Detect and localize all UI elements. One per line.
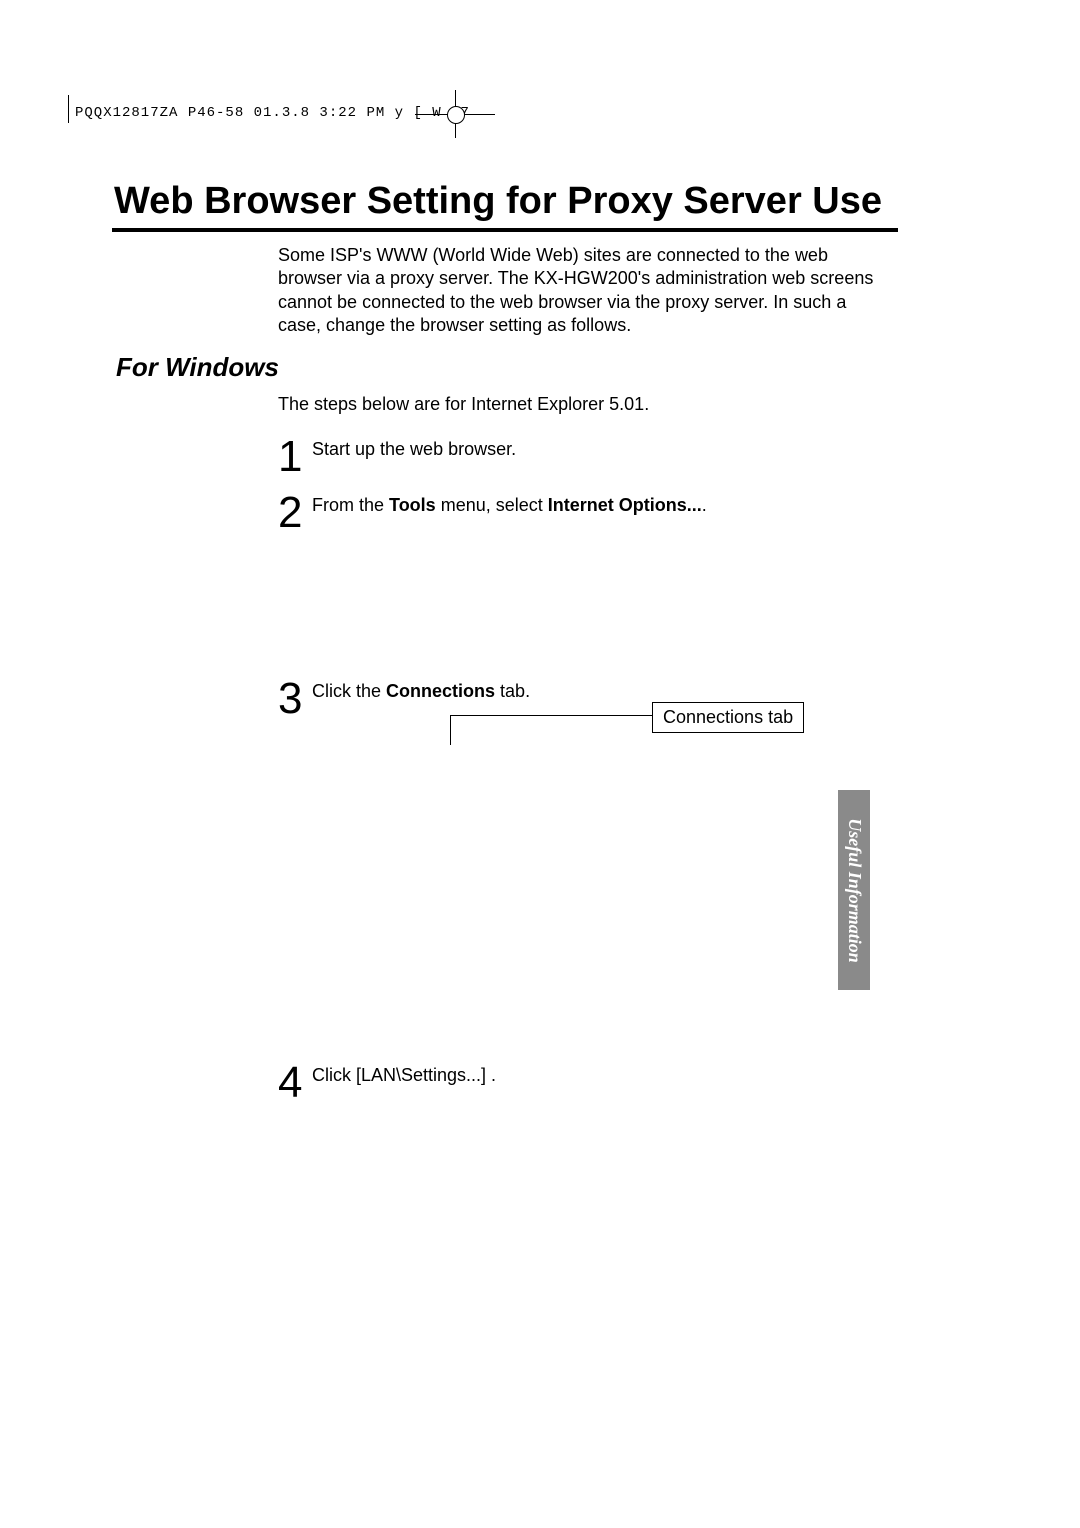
side-tab: Useful Information (838, 790, 870, 990)
callout-label: Connections tab (652, 702, 804, 733)
text-fragment: tab. (495, 681, 530, 701)
registration-mark (435, 98, 475, 138)
step-text: Start up the web browser. (312, 438, 872, 461)
callout-leader (450, 715, 451, 745)
bold-text: Internet Options... (548, 495, 702, 515)
step-number: 2 (278, 488, 302, 538)
section-heading: For Windows (116, 352, 279, 383)
step-text: From the Tools menu, select Internet Opt… (312, 494, 872, 517)
page-title: Web Browser Setting for Proxy Server Use (114, 180, 882, 223)
crop-rule-left (68, 95, 69, 123)
bold-text: Connections (386, 681, 495, 701)
intro-paragraph: Some ISP's WWW (World Wide Web) sites ar… (278, 244, 888, 338)
step-number: 1 (278, 432, 302, 482)
bold-text: Tools (389, 495, 436, 515)
step-number: 3 (278, 674, 302, 724)
text-fragment: From the (312, 495, 389, 515)
section-intro: The steps below are for Internet Explore… (278, 394, 649, 415)
text-fragment: Click the (312, 681, 386, 701)
text-fragment: . (702, 495, 707, 515)
print-header: PQQX12817ZA P46-58 01.3.8 3:22 PM y [ W … (75, 105, 470, 121)
step-text: Click the Connections tab. (312, 680, 872, 703)
side-tab-label: Useful Information (844, 818, 865, 963)
callout-leader (450, 715, 652, 716)
step-text: Click [LAN\Settings...] . (312, 1064, 872, 1087)
text-fragment: menu, select (436, 495, 548, 515)
step-number: 4 (278, 1058, 302, 1108)
title-rule (112, 228, 898, 232)
